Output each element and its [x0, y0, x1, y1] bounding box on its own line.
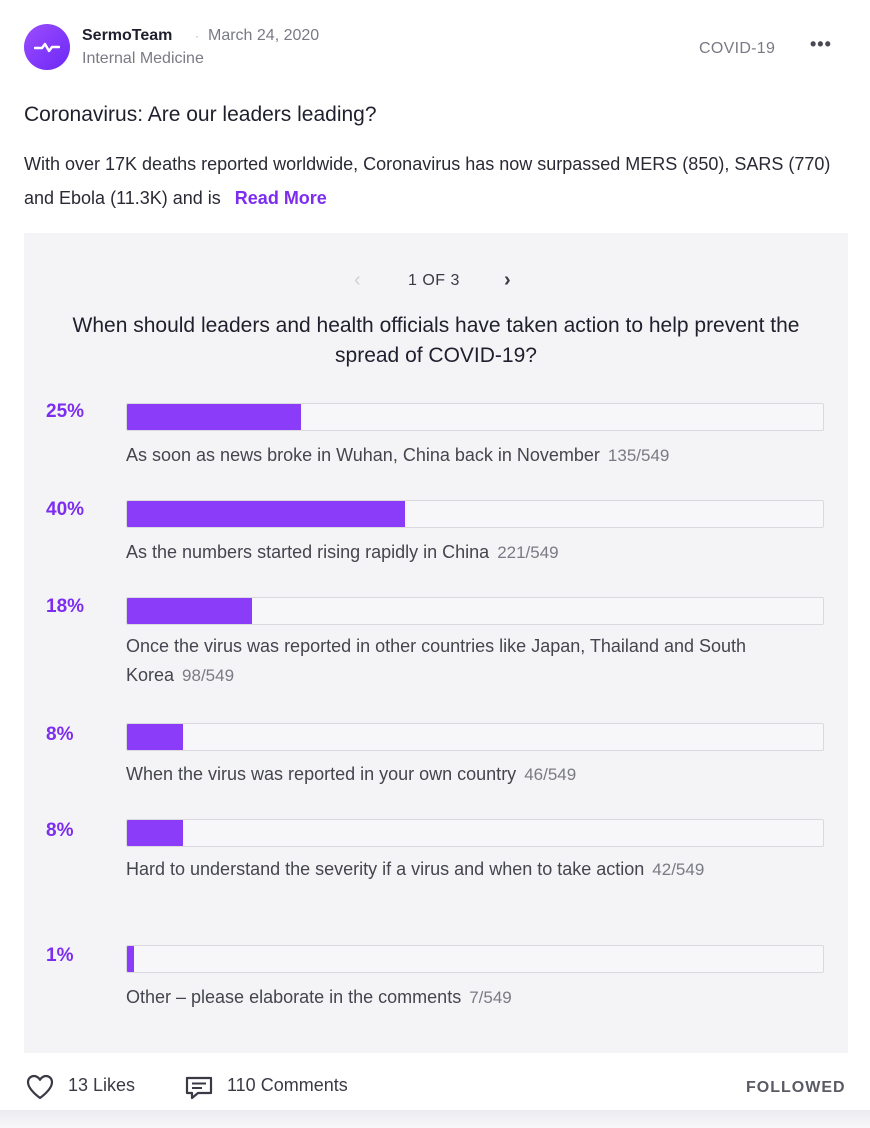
poll-option-percent: 8%: [46, 820, 74, 841]
likes-count[interactable]: 13 Likes: [68, 1075, 135, 1096]
poll-page-indicator: 1 OF 3: [408, 272, 460, 289]
heart-icon[interactable]: [26, 1074, 54, 1100]
author-name[interactable]: SermoTeam: [82, 27, 172, 45]
poll-option-bar[interactable]: [126, 945, 824, 973]
poll-option-bar[interactable]: [126, 500, 824, 528]
poll-option-count: 46/549: [524, 765, 577, 784]
poll-option-bar[interactable]: [126, 403, 824, 431]
post-card: SermoTeam · March 24, 2020 Internal Medi…: [0, 0, 870, 1128]
poll-option-label: Once the virus was reported in other cou…: [126, 632, 826, 690]
poll-option-bar[interactable]: [126, 819, 824, 847]
poll-option-label: Other – please elaborate in the comments…: [126, 983, 826, 1012]
poll-question: When should leaders and health officials…: [72, 314, 800, 367]
poll-option-percent: 18%: [46, 596, 85, 617]
poll-option-text: As the numbers started rising rapidly in…: [126, 542, 490, 562]
poll-panel: ‹ 1 OF 3 › When should leaders and healt…: [24, 233, 848, 1053]
poll-pager: ‹ 1 OF 3 ›: [24, 269, 848, 293]
author-avatar[interactable]: [24, 24, 70, 70]
comment-icon[interactable]: [184, 1075, 214, 1101]
poll-option-fill: [127, 946, 134, 972]
poll-option-count: 42/549: [652, 860, 705, 879]
author-specialty: Internal Medicine: [82, 50, 204, 67]
poll-option-percent: 8%: [46, 724, 74, 745]
poll-option-text: As soon as news broke in Wuhan, China ba…: [126, 445, 600, 465]
poll-option-label: When the virus was reported in your own …: [126, 760, 826, 789]
poll-option-fill: [127, 404, 301, 430]
poll-option-text: When the virus was reported in your own …: [126, 764, 517, 784]
read-more-link[interactable]: Read More: [235, 188, 327, 208]
poll-option-percent: 1%: [46, 945, 74, 966]
chevron-left-icon[interactable]: ‹: [354, 269, 361, 292]
poll-option-fill: [127, 598, 253, 624]
poll-option-count: 7/549: [469, 988, 512, 1007]
post-excerpt: With over 17K deaths reported worldwide,…: [24, 147, 854, 215]
poll-option-percent: 40%: [46, 499, 85, 520]
more-icon[interactable]: •••: [810, 34, 832, 55]
card-bottom-edge: [0, 1110, 870, 1128]
poll-option-text: Other – please elaborate in the comments: [126, 987, 462, 1007]
poll-option-label: Hard to understand the severity if a vir…: [126, 855, 816, 884]
chevron-right-icon[interactable]: ›: [504, 269, 511, 292]
topic-tag[interactable]: COVID-19: [699, 40, 775, 58]
poll-option-count: 135/549: [607, 446, 670, 465]
poll-option-bar[interactable]: [126, 723, 824, 751]
comments-count[interactable]: 110 Comments: [227, 1075, 348, 1096]
poll-option-bar[interactable]: [126, 597, 824, 625]
post-footer: 13 Likes 110 Comments FOLLOWED: [0, 1063, 870, 1108]
poll-option-count: 98/549: [182, 666, 235, 685]
pulse-icon: [34, 42, 60, 53]
poll-option-count: 221/549: [497, 543, 559, 562]
post-date: March 24, 2020: [208, 27, 320, 44]
poll-option-percent: 25%: [46, 401, 85, 422]
poll-option-fill: [127, 501, 406, 527]
poll-option-fill: [127, 820, 183, 846]
poll-option-label: As soon as news broke in Wuhan, China ba…: [126, 441, 826, 470]
poll-option-fill: [127, 724, 183, 750]
poll-option-text: Hard to understand the severity if a vir…: [126, 859, 645, 879]
excerpt-text: With over 17K deaths reported worldwide,…: [24, 154, 831, 208]
meta-separator: ·: [195, 29, 199, 43]
follow-button[interactable]: FOLLOWED: [746, 1079, 846, 1097]
post-title[interactable]: Coronavirus: Are our leaders leading?: [24, 103, 377, 127]
poll-option-label: As the numbers started rising rapidly in…: [126, 538, 826, 567]
